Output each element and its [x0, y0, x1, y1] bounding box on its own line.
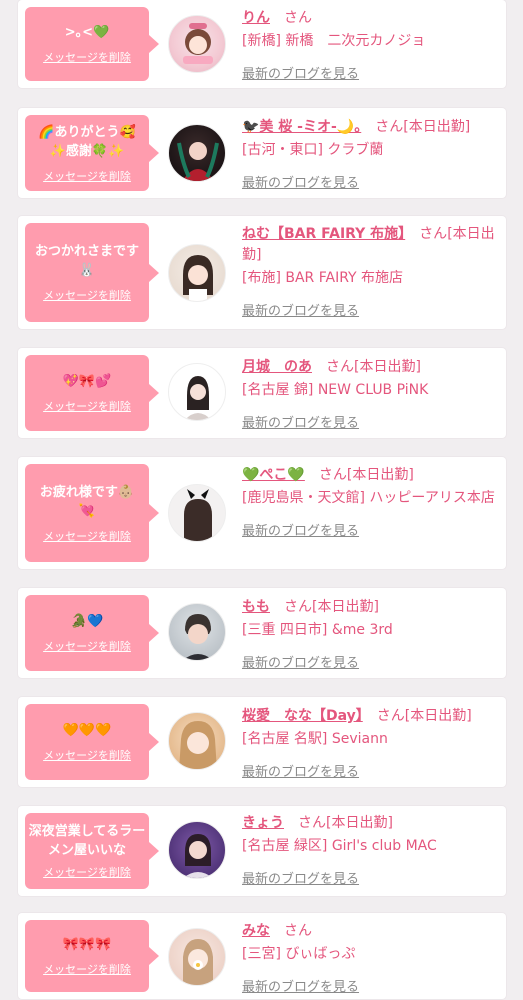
avatar[interactable] [168, 603, 226, 661]
message-bubble: お疲れ様です👶🏼💘 メッセージを削除 [25, 464, 159, 562]
san-suffix: さん [375, 119, 404, 135]
message-card: 💖🎀💕 メッセージを削除 月城 のあ さん[本日出勤] [名古屋 錦] NEW … [18, 348, 506, 438]
shop-info: [名古屋 名駅] Seviann [242, 731, 388, 747]
message-bubble: 🎀🎀🎀 メッセージを削除 [25, 920, 159, 992]
message-text: 🎀🎀🎀 [62, 937, 112, 952]
work-status: [本日出勤] [346, 467, 414, 483]
girl-name-link[interactable]: 💚ぺこ💚 [242, 467, 305, 483]
delete-message-link[interactable]: メッセージを削除 [43, 398, 131, 414]
profile-info: ねむ【BAR FAIRY 布施】 さん[本日出勤] [布施] BAR FAIRY… [242, 224, 496, 319]
shop-info: [新橋] 新橋 二次元カノジョ [242, 33, 426, 49]
message-bubble: 🌈ありがとう🥰✨感謝🍀✨ メッセージを削除 [25, 115, 159, 191]
message-card: 🧡🧡🧡 メッセージを削除 桜愛 なな【Day】 さん[本日出勤] [名古屋 名駅… [18, 697, 506, 787]
girl-name-link[interactable]: きょう [242, 815, 284, 831]
message-card: >｡<💚 メッセージを削除 りん さん [新橋] 新橋 二次元カノジョ 最新のブ… [18, 0, 506, 88]
girl-name-link[interactable]: みな [242, 923, 270, 939]
profile-info: きょう さん[本日出勤] [名古屋 緑区] Girl's club MAC 最新… [242, 813, 496, 887]
girl-name-link[interactable]: りん [242, 10, 270, 26]
latest-blog-link[interactable]: 最新のブログを見る [242, 652, 359, 671]
message-bubble: 💖🎀💕 メッセージを削除 [25, 355, 159, 431]
shop-info: [名古屋 緑区] Girl's club MAC [242, 838, 437, 854]
profile-info: 桜愛 なな【Day】 さん[本日出勤] [名古屋 名駅] Seviann 最新の… [242, 706, 496, 780]
delete-message-link[interactable]: メッセージを削除 [43, 747, 131, 763]
message-card: お疲れ様です👶🏼💘 メッセージを削除 💚ぺこ💚 さん[本日出勤] [鹿児島県・天… [18, 457, 506, 569]
girl-name-link[interactable]: 🐦‍⬛美 桜 -ミオ-🌙。 [242, 119, 361, 135]
san-suffix: さん [298, 815, 326, 831]
avatar[interactable] [168, 712, 226, 770]
shop-info: [古河・東口] クラブ蘭 [242, 142, 384, 158]
shop-info: [三重 四日市] &me 3rd [242, 622, 393, 638]
avatar[interactable] [168, 928, 226, 986]
message-bubble: おつかれさまです🐰 メッセージを削除 [25, 223, 159, 322]
san-suffix: さん [318, 467, 347, 483]
shop-info: [三宮] びぃばっぷ [242, 946, 356, 962]
message-text: 💖🎀💕 [62, 374, 112, 389]
work-status: [本日出勤] [326, 815, 393, 831]
message-bubble: 深夜営業してるラーメン屋いいな メッセージを削除 [25, 813, 159, 889]
latest-blog-link[interactable]: 最新のブログを見る [242, 300, 359, 319]
shop-info: [布施] BAR FAIRY 布施店 [242, 270, 404, 286]
delete-message-link[interactable]: メッセージを削除 [43, 864, 131, 880]
message-text: 深夜営業してるラーメン屋いいな [28, 824, 146, 858]
san-suffix: さん [376, 708, 405, 724]
message-text: >｡<💚 [64, 25, 110, 40]
avatar[interactable] [168, 484, 226, 542]
delete-message-link[interactable]: メッセージを削除 [43, 49, 131, 65]
work-status: [本日出勤] [403, 119, 471, 135]
girl-name-link[interactable]: もも [242, 599, 270, 615]
avatar[interactable] [168, 15, 226, 73]
profile-info: 月城 のあ さん[本日出勤] [名古屋 錦] NEW CLUB PiNK 最新の… [242, 357, 496, 431]
avatar[interactable] [168, 363, 226, 421]
profile-info: もも さん[本日出勤] [三重 四日市] &me 3rd 最新のブログを見る [242, 597, 496, 671]
delete-message-link[interactable]: メッセージを削除 [43, 168, 131, 184]
profile-info: 💚ぺこ💚 さん[本日出勤] [鹿児島県・天文館] ハッピーアリス本店 最新のブロ… [242, 465, 496, 539]
work-status: [本日出勤] [354, 359, 421, 375]
message-text: 🌈ありがとう🥰✨感謝🍀✨ [38, 124, 136, 159]
shop-info: [名古屋 錦] NEW CLUB PiNK [242, 382, 429, 398]
message-card: おつかれさまです🐰 メッセージを削除 ねむ【BAR FAIRY 布施】 さん[本… [18, 216, 506, 329]
delete-message-link[interactable]: メッセージを削除 [43, 528, 131, 544]
latest-blog-link[interactable]: 最新のブログを見る [242, 868, 359, 887]
san-suffix: さん [326, 359, 354, 375]
latest-blog-link[interactable]: 最新のブログを見る [242, 412, 359, 431]
san-suffix: さん [284, 599, 312, 615]
message-text: 🐊💙 [70, 614, 104, 629]
san-suffix: さん [419, 226, 448, 242]
latest-blog-link[interactable]: 最新のブログを見る [242, 63, 359, 82]
latest-blog-link[interactable]: 最新のブログを見る [242, 761, 359, 780]
avatar[interactable] [168, 244, 226, 302]
girl-name-link[interactable]: ねむ【BAR FAIRY 布施】 [242, 226, 405, 242]
shop-info: [鹿児島県・天文館] ハッピーアリス本店 [242, 490, 495, 506]
message-bubble: >｡<💚 メッセージを削除 [25, 7, 159, 81]
latest-blog-link[interactable]: 最新のブログを見る [242, 520, 359, 539]
work-status: [本日出勤] [312, 599, 379, 615]
profile-info: りん さん [新橋] 新橋 二次元カノジョ 最新のブログを見る [242, 8, 496, 82]
message-bubble: 🐊💙 メッセージを削除 [25, 595, 159, 671]
delete-message-link[interactable]: メッセージを削除 [43, 638, 131, 654]
san-suffix: さん [284, 923, 312, 939]
latest-blog-link[interactable]: 最新のブログを見る [242, 172, 359, 191]
profile-info: みな さん [三宮] びぃばっぷ 最新のブログを見る [242, 921, 496, 995]
san-suffix: さん [284, 10, 312, 26]
message-bubble: 🧡🧡🧡 メッセージを削除 [25, 704, 159, 780]
message-card: 🎀🎀🎀 メッセージを削除 みな さん [三宮] びぃばっぷ 最新のブログを見る [18, 913, 506, 999]
message-card: 🐊💙 メッセージを削除 もも さん[本日出勤] [三重 四日市] &me 3rd… [18, 588, 506, 678]
message-text: 🧡🧡🧡 [62, 723, 112, 738]
girl-name-link[interactable]: 月城 のあ [242, 359, 312, 375]
work-status: [本日出勤] [404, 708, 472, 724]
latest-blog-link[interactable]: 最新のブログを見る [242, 976, 359, 995]
avatar[interactable] [168, 821, 226, 879]
delete-message-link[interactable]: メッセージを削除 [43, 287, 131, 303]
message-card: 深夜営業してるラーメン屋いいな メッセージを削除 きょう さん[本日出勤] [名… [18, 806, 506, 896]
message-text: おつかれさまです🐰 [34, 244, 139, 278]
message-text: お疲れ様です👶🏼💘 [39, 484, 135, 519]
girl-name-link[interactable]: 桜愛 なな【Day】 [242, 708, 363, 724]
profile-info: 🐦‍⬛美 桜 -ミオ-🌙。 さん[本日出勤] [古河・東口] クラブ蘭 最新のブ… [242, 117, 496, 191]
delete-message-link[interactable]: メッセージを削除 [43, 961, 131, 977]
avatar[interactable] [168, 124, 226, 182]
message-card: 🌈ありがとう🥰✨感謝🍀✨ メッセージを削除 🐦‍⬛美 桜 -ミオ-🌙。 さん[本… [18, 108, 506, 198]
